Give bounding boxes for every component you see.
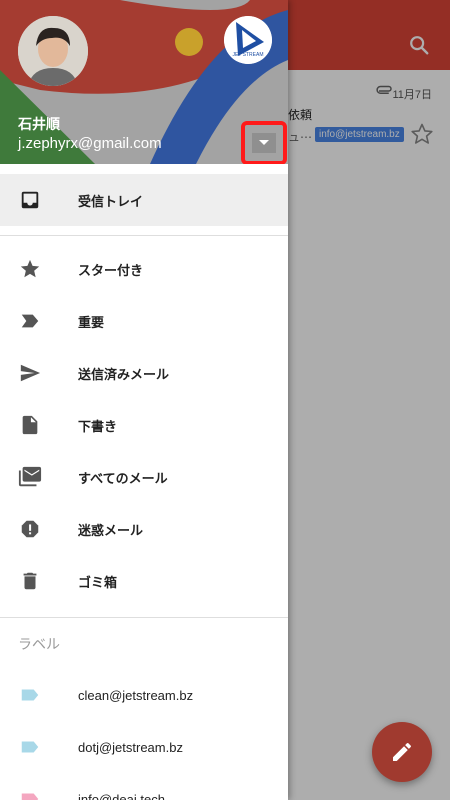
nav-label: ゴミ箱 (78, 574, 118, 590)
chevron-down-icon (259, 140, 269, 145)
compose-button[interactable] (372, 722, 432, 782)
nav-item-starred[interactable]: スター付き (0, 243, 288, 295)
labels-section-title: ラベル (18, 636, 60, 652)
divider (0, 617, 288, 618)
inbox-icon (18, 188, 42, 212)
all-mail-icon (18, 465, 42, 489)
important-icon (18, 309, 42, 333)
label-name: info@deai.tech (78, 791, 165, 800)
pencil-icon (393, 742, 412, 761)
nav-label: 下書き (78, 418, 118, 434)
label-tag-icon (18, 787, 42, 800)
nav-item-sent[interactable]: 送信済みメール (0, 347, 288, 399)
nav-label: 受信トレイ (78, 193, 144, 209)
nav-label: 重要 (78, 314, 105, 330)
label-tag-icon (18, 683, 42, 707)
nav-item-inbox[interactable]: 受信トレイ (0, 174, 288, 226)
account-switcher-button[interactable] (252, 133, 276, 153)
label-item[interactable]: dotj@jetstream.bz (0, 721, 288, 773)
trash-icon (18, 569, 42, 593)
account-email: j.zephyrx@gmail.com (18, 135, 162, 152)
account-logo[interactable]: JET STREAM (224, 16, 272, 64)
nav-label: スター付き (78, 262, 144, 278)
label-tag-icon (18, 735, 42, 759)
nav-label: すべてのメール (78, 470, 168, 486)
navigation-drawer: JET STREAM 石井順 j.zephyrx@gmail.com 受信トレイ… (0, 0, 288, 800)
nav-label: 迷惑メール (78, 522, 144, 538)
star-icon (18, 257, 42, 281)
label-name: dotj@jetstream.bz (78, 739, 183, 755)
logo-text: JET STREAM (232, 52, 263, 58)
account-header: JET STREAM 石井順 j.zephyrx@gmail.com (0, 0, 288, 164)
nav-item-trash[interactable]: ゴミ箱 (0, 555, 288, 607)
nav-item-important[interactable]: 重要 (0, 295, 288, 347)
divider (0, 235, 288, 236)
label-item[interactable]: clean@jetstream.bz (0, 669, 288, 721)
send-icon (18, 361, 42, 385)
avatar[interactable] (18, 16, 88, 86)
label-name: clean@jetstream.bz (78, 687, 194, 703)
account-switcher-highlight (241, 121, 287, 164)
spam-icon (18, 517, 42, 541)
label-item[interactable]: info@deai.tech (0, 773, 288, 800)
draft-icon (18, 413, 42, 437)
account-name: 石井順 (18, 116, 60, 132)
nav-item-all-mail[interactable]: すべてのメール (0, 451, 288, 503)
nav-item-spam[interactable]: 迷惑メール (0, 503, 288, 555)
nav-item-drafts[interactable]: 下書き (0, 399, 288, 451)
nav-label: 送信済みメール (78, 366, 170, 382)
